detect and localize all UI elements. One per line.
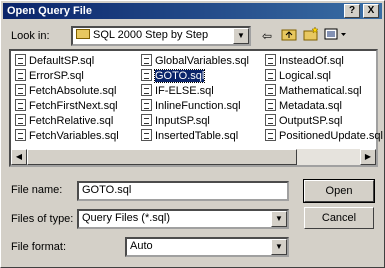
sql-file-icon (141, 129, 152, 141)
file-item[interactable]: Metadata.sql (265, 99, 342, 114)
file-item[interactable]: FetchFirstNext.sql (15, 99, 118, 114)
sql-file-icon (265, 84, 276, 96)
scroll-right-icon[interactable]: ▶ (360, 149, 376, 165)
sql-file-icon (265, 129, 276, 141)
look-in-value: SQL 2000 Step by Step (93, 29, 209, 41)
title-bar: Open Query File (3, 3, 382, 19)
sql-file-icon (15, 54, 26, 66)
files-of-type-combo[interactable]: Query Files (*.sql) ▼ (77, 209, 289, 229)
file-item[interactable]: InlineFunction.sql (141, 99, 241, 114)
file-name-input[interactable]: GOTO.sql (77, 181, 289, 201)
file-item[interactable]: Mathematical.sql (265, 84, 362, 99)
scroll-left-icon[interactable]: ◀ (11, 149, 27, 165)
files-of-type-dropdown-arrow[interactable]: ▼ (271, 211, 287, 227)
back-icon[interactable]: ⇦ (257, 27, 277, 45)
scroll-thumb[interactable] (27, 149, 297, 165)
sql-file-icon (265, 69, 276, 81)
file-item[interactable]: InsertedTable.sql (141, 129, 238, 144)
file-item[interactable]: Logical.sql (265, 69, 331, 84)
help-button[interactable]: ? (344, 4, 360, 18)
sql-file-icon (265, 99, 276, 111)
file-item[interactable]: GlobalVariables.sql (141, 54, 249, 69)
file-list[interactable]: DefaultSP.sql ErrorSP.sql FetchAbsolute.… (9, 49, 383, 167)
look-in-dropdown-arrow[interactable]: ▼ (233, 28, 249, 44)
files-of-type-label: Files of type: (11, 213, 74, 225)
sql-file-icon (141, 54, 152, 66)
sql-file-icon (141, 99, 152, 111)
file-item[interactable]: ErrorSP.sql (15, 69, 84, 84)
view-menu-icon[interactable] (323, 27, 349, 45)
sql-file-icon (141, 69, 152, 81)
open-button[interactable]: Open (303, 179, 375, 203)
file-item[interactable]: PositionedUpdate.sql (265, 129, 383, 144)
file-item[interactable]: InsteadOf.sql (265, 54, 344, 69)
sql-file-icon (265, 114, 276, 126)
horizontal-scrollbar[interactable]: ◀ ▶ (11, 149, 376, 165)
cancel-button[interactable]: Cancel (304, 207, 374, 229)
close-button[interactable]: X (363, 4, 379, 18)
file-item[interactable]: DefaultSP.sql (15, 54, 94, 69)
sql-file-icon (15, 69, 26, 81)
look-in-label: Look in: (11, 30, 50, 42)
sql-file-icon (141, 114, 152, 126)
file-item[interactable]: FetchVariables.sql (15, 129, 119, 144)
sql-file-icon (15, 114, 26, 126)
file-format-label: File format: (11, 241, 67, 253)
file-item[interactable]: FetchAbsolute.sql (15, 84, 116, 99)
file-name-label: File name: (11, 184, 63, 196)
files-of-type-value: Query Files (*.sql) (82, 212, 171, 224)
open-query-file-dialog: Open Query File ? X Look in: SQL 2000 St… (0, 0, 385, 268)
file-item[interactable]: InputSP.sql (141, 114, 210, 129)
file-format-dropdown-arrow[interactable]: ▼ (271, 239, 287, 255)
dialog-title: Open Query File (7, 5, 92, 17)
file-item[interactable]: FetchRelative.sql (15, 114, 113, 129)
file-format-value: Auto (130, 240, 153, 252)
folder-icon (76, 29, 90, 39)
sql-file-icon (15, 129, 26, 141)
sql-file-icon (265, 54, 276, 66)
file-item[interactable]: IF-ELSE.sql (141, 84, 214, 99)
new-folder-icon[interactable] (301, 26, 321, 45)
up-folder-icon[interactable] (279, 27, 299, 45)
sql-file-icon (15, 84, 26, 96)
file-item[interactable]: OutputSP.sql (265, 114, 342, 129)
sql-file-icon (15, 99, 26, 111)
file-format-combo[interactable]: Auto ▼ (125, 237, 289, 257)
look-in-combo[interactable]: SQL 2000 Step by Step ▼ (71, 26, 251, 46)
sql-file-icon (141, 84, 152, 96)
file-item-selected[interactable]: GOTO.sql (141, 69, 206, 84)
